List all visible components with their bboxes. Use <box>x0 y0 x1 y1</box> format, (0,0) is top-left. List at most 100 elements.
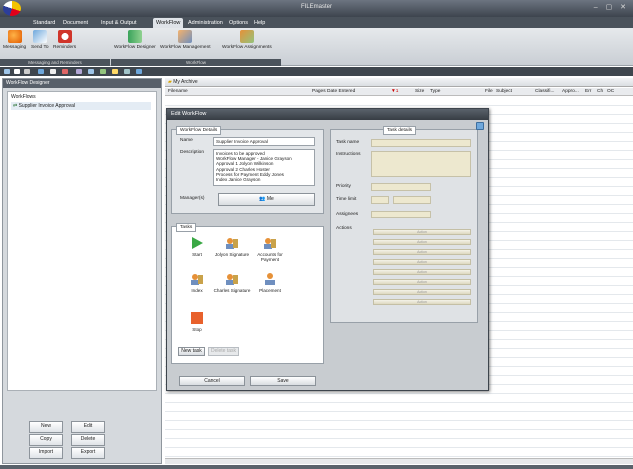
tree-root-workflows[interactable]: WorkFlows <box>11 94 36 100</box>
send-to-button[interactable]: Send To <box>31 30 49 50</box>
copy-workflow-button[interactable]: Copy <box>29 434 63 446</box>
menu-bar: Standard Document Input & Output WorkFlo… <box>0 17 633 28</box>
panel-header: WorkFlow Designer <box>3 79 161 88</box>
action-button-2[interactable]: Action <box>373 239 471 245</box>
workflow-details-legend: WorkFlow Details <box>176 126 222 135</box>
delete-task-button[interactable]: Delete task <box>208 347 239 356</box>
forward-icon[interactable] <box>14 69 20 74</box>
stop-icon <box>191 312 203 324</box>
tab-input-output[interactable]: Input & Output <box>98 18 139 28</box>
workflow-description-input[interactable]: Invoices to be approved WorkFlow Manager… <box>213 149 315 186</box>
task-details-legend: Task details <box>383 126 417 135</box>
col-type[interactable]: Type <box>430 89 440 94</box>
action-button-6[interactable]: Action <box>373 279 471 285</box>
col-err[interactable]: Err <box>585 89 591 94</box>
tasks-group: Tasks Start Jolyon Signature Accounts fo… <box>171 223 324 364</box>
action-button-4[interactable]: Action <box>373 259 471 265</box>
time-limit-value[interactable] <box>371 196 389 204</box>
instructions-input[interactable] <box>371 151 471 177</box>
task-name-label: Task name <box>336 140 360 145</box>
time-limit-unit[interactable] <box>393 196 431 204</box>
task-index[interactable]: Index <box>177 272 217 293</box>
managers-button[interactable]: 👥 Me <box>218 193 315 206</box>
task-start[interactable]: Start <box>177 236 217 257</box>
group-messaging-reminders: Messaging and Reminders <box>0 59 110 66</box>
tab-standard[interactable]: Standard <box>30 18 58 28</box>
messaging-button[interactable]: Messaging <box>3 30 26 50</box>
user-task-icon <box>226 238 238 249</box>
assignees-button[interactable] <box>371 211 431 218</box>
cancel-button[interactable]: Cancel <box>179 376 245 386</box>
tasks-legend: Tasks <box>176 223 197 232</box>
task-charles-signature[interactable]: Charles Signature <box>212 272 252 293</box>
horizontal-scrollbar[interactable] <box>165 458 633 464</box>
new-workflow-button[interactable]: New <box>29 421 63 433</box>
export-icon[interactable] <box>100 69 106 74</box>
reminders-button[interactable]: Reminders <box>53 30 76 50</box>
action-button-5[interactable]: Action <box>373 269 471 275</box>
scan-icon[interactable] <box>24 69 30 74</box>
clock-icon <box>57 30 72 43</box>
ribbon: Messaging Send To Reminders WorkFlow Des… <box>0 28 633 66</box>
tab-workflow[interactable]: WorkFlow <box>153 18 184 28</box>
export-workflow-button[interactable]: Export <box>71 447 105 459</box>
col-filename[interactable]: Filename <box>168 89 188 94</box>
task-name-input[interactable] <box>371 139 471 147</box>
fax-icon[interactable] <box>88 69 94 74</box>
edit-workflow-button[interactable]: Edit <box>71 421 105 433</box>
col-size[interactable]: Size <box>415 89 424 94</box>
assignees-label: Assignees <box>336 212 359 217</box>
view-icon[interactable] <box>124 69 130 74</box>
delete-icon[interactable] <box>62 69 68 74</box>
tab-document[interactable]: Document <box>60 18 91 28</box>
action-button-3[interactable]: Action <box>373 249 471 255</box>
import-workflow-button[interactable]: Import <box>29 447 63 459</box>
action-button-8[interactable]: Action <box>373 299 471 305</box>
task-jolyon-signature[interactable]: Jolyon Signature <box>212 236 252 257</box>
email-icon[interactable] <box>76 69 82 74</box>
col-file[interactable]: File <box>485 89 493 94</box>
folder-label[interactable]: ▰ My Archive <box>168 79 198 85</box>
task-accounts-for-payment[interactable]: Accounts for Payment <box>250 236 290 262</box>
edit-workflow-dialog: Edit WorkFlow WorkFlow Details Name Supp… <box>166 108 489 391</box>
save-button[interactable]: Save <box>250 376 316 386</box>
back-icon[interactable] <box>4 69 10 74</box>
save-icon[interactable] <box>38 69 44 74</box>
task-placement[interactable]: Placement <box>250 272 290 293</box>
tab-help[interactable]: Help <box>251 18 268 28</box>
print-icon[interactable] <box>50 69 56 74</box>
workflow-tree[interactable]: WorkFlows ⇄ Supplier Invoice Approval <box>7 91 157 391</box>
col-ch[interactable]: Ch <box>597 89 603 94</box>
workflow-assignments-button[interactable]: WorkFlow Assignments <box>222 30 272 50</box>
col-subject[interactable]: Subject <box>496 89 512 94</box>
workflow-designer-button[interactable]: WorkFlow Designer <box>114 30 156 50</box>
priority-select[interactable] <box>371 183 431 191</box>
workflow-management-button[interactable]: WorkFlow Management <box>160 30 211 50</box>
sort-icon: ▼1 <box>391 89 399 94</box>
col-oc[interactable]: OC <box>607 89 614 94</box>
task-stop[interactable]: Stop <box>177 311 217 332</box>
messaging-icon <box>7 30 22 43</box>
user-task-icon <box>265 273 275 285</box>
group-workflow: WorkFlow <box>111 59 281 66</box>
col-pages[interactable]: Pages <box>312 89 326 94</box>
user-task-icon <box>264 238 276 249</box>
new-task-button[interactable]: New task <box>178 347 205 356</box>
delete-workflow-button[interactable]: Delete <box>71 434 105 446</box>
folder-icon[interactable] <box>112 69 118 74</box>
tab-administration[interactable]: Administration <box>185 18 226 28</box>
user-task-icon <box>191 274 203 285</box>
help-icon[interactable] <box>476 122 484 130</box>
col-date-entered[interactable]: Date Entered <box>327 89 355 94</box>
tab-options[interactable]: Options <box>226 18 251 28</box>
window-controls[interactable]: – ▢ ✕ <box>594 3 629 11</box>
workflow-name-input[interactable]: Supplier Invoice Approval <box>213 137 315 146</box>
instructions-label: Instructions <box>336 152 361 157</box>
tree-item-supplier-invoice[interactable]: ⇄ Supplier Invoice Approval <box>11 102 151 110</box>
action-button-7[interactable]: Action <box>373 289 471 295</box>
col-classification[interactable]: Classifi... <box>535 89 554 94</box>
action-button-1[interactable]: Action <box>373 229 471 235</box>
col-approval[interactable]: Appro... <box>562 89 579 94</box>
help-icon[interactable] <box>136 69 142 74</box>
app-title: FILEmaster <box>300 4 332 10</box>
